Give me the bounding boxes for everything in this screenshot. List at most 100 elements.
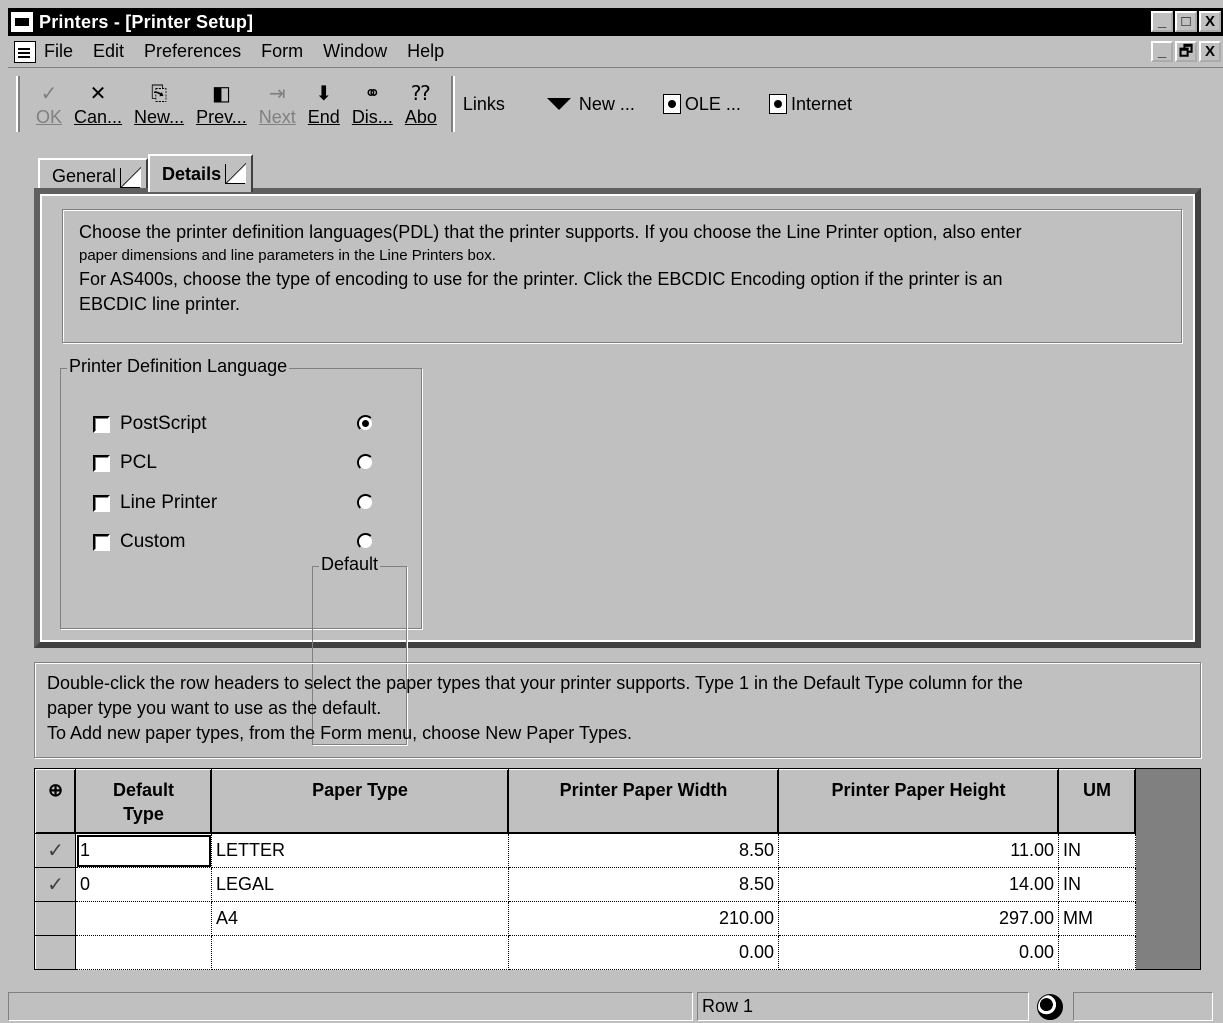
um-cell[interactable]: IN — [1058, 867, 1136, 902]
menu-form[interactable]: Form — [261, 41, 303, 62]
default-legend: Default — [319, 554, 381, 575]
pcl-default-radio[interactable] — [357, 454, 374, 471]
x-icon: ✕ — [89, 82, 107, 105]
minimize-button[interactable]: _ — [1151, 11, 1173, 32]
um-header[interactable]: UM — [1058, 769, 1136, 834]
dropdown-arrow-icon[interactable] — [546, 98, 571, 110]
printer-app-icon[interactable] — [11, 12, 33, 32]
status-row: Row 1 — [697, 992, 1029, 1021]
status-extra — [1073, 992, 1213, 1021]
paper-height-cell[interactable]: 11.00 — [778, 833, 1059, 868]
menu-file[interactable]: File — [44, 41, 73, 62]
internet-button[interactable]: Internet — [768, 94, 852, 115]
line-printer-option[interactable]: Line Printer — [93, 492, 217, 514]
row-header[interactable] — [35, 901, 76, 936]
postscript-default-radio[interactable] — [357, 415, 374, 432]
custom-default-radio[interactable] — [357, 533, 374, 550]
custom-checkbox[interactable] — [93, 533, 110, 551]
new-link-button[interactable]: New ... — [579, 94, 635, 115]
menu-bar: File Edit Preferences Form Window Help _… — [8, 36, 1223, 68]
binoculars-icon: ⊕ — [47, 780, 64, 800]
postscript-option[interactable]: PostScript — [93, 413, 207, 435]
glasses-icon: ⚭ — [363, 82, 381, 105]
display-button[interactable]: ⚭ Dis... — [346, 74, 399, 134]
paper-width-cell[interactable]: 8.50 — [508, 867, 779, 902]
um-cell[interactable]: IN — [1058, 833, 1136, 868]
table-row[interactable]: A4 210.00 297.00 MM — [35, 901, 1136, 936]
paper-height-header[interactable]: Printer Paper Height — [778, 769, 1059, 834]
table-row[interactable]: 0.00 0.00 — [35, 935, 1136, 970]
prev-button[interactable]: ◧ Prev... — [190, 74, 253, 134]
default-type-cell[interactable] — [75, 901, 212, 936]
tab-general[interactable]: General — [38, 158, 149, 192]
toolbar-grip — [16, 76, 20, 132]
grid-find-header[interactable]: ⊕ — [35, 769, 76, 834]
mdi-restore-button[interactable]: 🗗 — [1175, 41, 1197, 62]
default-type-cell[interactable]: 0 — [75, 867, 212, 902]
paper-type-cell[interactable]: A4 — [211, 901, 509, 936]
tab-corner-icon — [225, 163, 247, 184]
paper-type-cell[interactable]: LETTER — [211, 833, 509, 868]
tab-corner-icon — [120, 167, 142, 188]
new-button[interactable]: ⎘ New... — [128, 74, 190, 134]
default-type-header[interactable]: Default Type — [75, 769, 212, 834]
paper-type-cell[interactable] — [211, 935, 509, 970]
end-icon: ⬇ — [315, 82, 333, 105]
details-panel: Choose the printer definition languages(… — [34, 188, 1201, 745]
row-header-checkmark-icon[interactable]: ✓ — [35, 867, 76, 902]
status-bar: Row 1 — [8, 992, 1223, 1023]
um-cell[interactable]: MM — [1058, 901, 1136, 936]
menu-help[interactable]: Help — [407, 41, 444, 62]
toolbar-separator — [450, 76, 455, 132]
line-printer-default-radio[interactable] — [357, 494, 374, 511]
tab-details[interactable]: Details — [148, 154, 254, 192]
paper-type-header[interactable]: Paper Type — [211, 769, 509, 834]
paper-height-cell[interactable]: 0.00 — [778, 935, 1059, 970]
ole-button[interactable]: OLE ... — [662, 94, 741, 115]
pcl-option[interactable]: PCL — [93, 452, 157, 474]
um-cell[interactable] — [1058, 935, 1136, 970]
paper-type-cell[interactable]: LEGAL — [211, 867, 509, 902]
close-button[interactable]: X — [1199, 11, 1221, 32]
status-globe — [1033, 992, 1069, 1021]
globe-icon — [1037, 993, 1063, 1020]
paper-height-cell[interactable]: 14.00 — [778, 867, 1059, 902]
line-printer-checkbox[interactable] — [93, 494, 110, 512]
mdi-close-button[interactable]: X — [1199, 41, 1221, 62]
default-type-cell[interactable] — [75, 935, 212, 970]
end-button[interactable]: ⬇ End — [302, 74, 346, 134]
default-type-cell[interactable]: 1 — [75, 833, 212, 868]
maximize-button[interactable]: □ — [1175, 11, 1197, 32]
paper-types-grid: ⊕ Default Type Paper Type Printer Paper W… — [34, 768, 1201, 970]
paper-width-cell[interactable]: 8.50 — [508, 833, 779, 868]
table-row[interactable]: ✓ 1 LETTER 8.50 11.00 IN — [35, 833, 1136, 868]
paper-width-header[interactable]: Printer Paper Width — [508, 769, 779, 834]
custom-option[interactable]: Custom — [93, 531, 185, 553]
pdl-group: Printer Definition Language Default Post… — [60, 356, 422, 745]
row-header[interactable] — [35, 935, 76, 970]
next-icon: ⇥ — [268, 82, 286, 105]
document-icon[interactable] — [14, 40, 36, 63]
table-row[interactable]: ✓ 0 LEGAL 8.50 14.00 IN — [35, 867, 1136, 902]
ok-button[interactable]: ✓ OK — [30, 74, 68, 134]
paper-width-cell[interactable]: 0.00 — [508, 935, 779, 970]
row-header-checkmark-icon[interactable]: ✓ — [35, 833, 76, 868]
previous-icon: ◧ — [211, 82, 231, 105]
menu-preferences[interactable]: Preferences — [144, 41, 241, 62]
mdi-minimize-button[interactable]: _ — [1151, 41, 1173, 62]
menu-edit[interactable]: Edit — [93, 41, 124, 62]
paper-width-cell[interactable]: 210.00 — [508, 901, 779, 936]
checkmark-icon: ✓ — [40, 82, 58, 105]
pcl-checkbox[interactable] — [93, 454, 110, 472]
new-record-icon: ⎘ — [151, 82, 168, 105]
cancel-button[interactable]: ✕ Can... — [68, 74, 128, 134]
paper-height-cell[interactable]: 297.00 — [778, 901, 1059, 936]
menu-window[interactable]: Window — [323, 41, 387, 62]
about-button[interactable]: ⁇ Abo — [399, 74, 443, 134]
links-button[interactable]: Links — [463, 94, 505, 115]
postscript-checkbox[interactable] — [93, 415, 110, 433]
internet-icon — [768, 94, 787, 114]
toolbar: ✓ OK ✕ Can... ⎘ New... ◧ Prev... ⇥ Next … — [8, 70, 1223, 138]
next-button[interactable]: ⇥ Next — [253, 74, 302, 134]
tab-strip: General Details — [38, 154, 254, 192]
